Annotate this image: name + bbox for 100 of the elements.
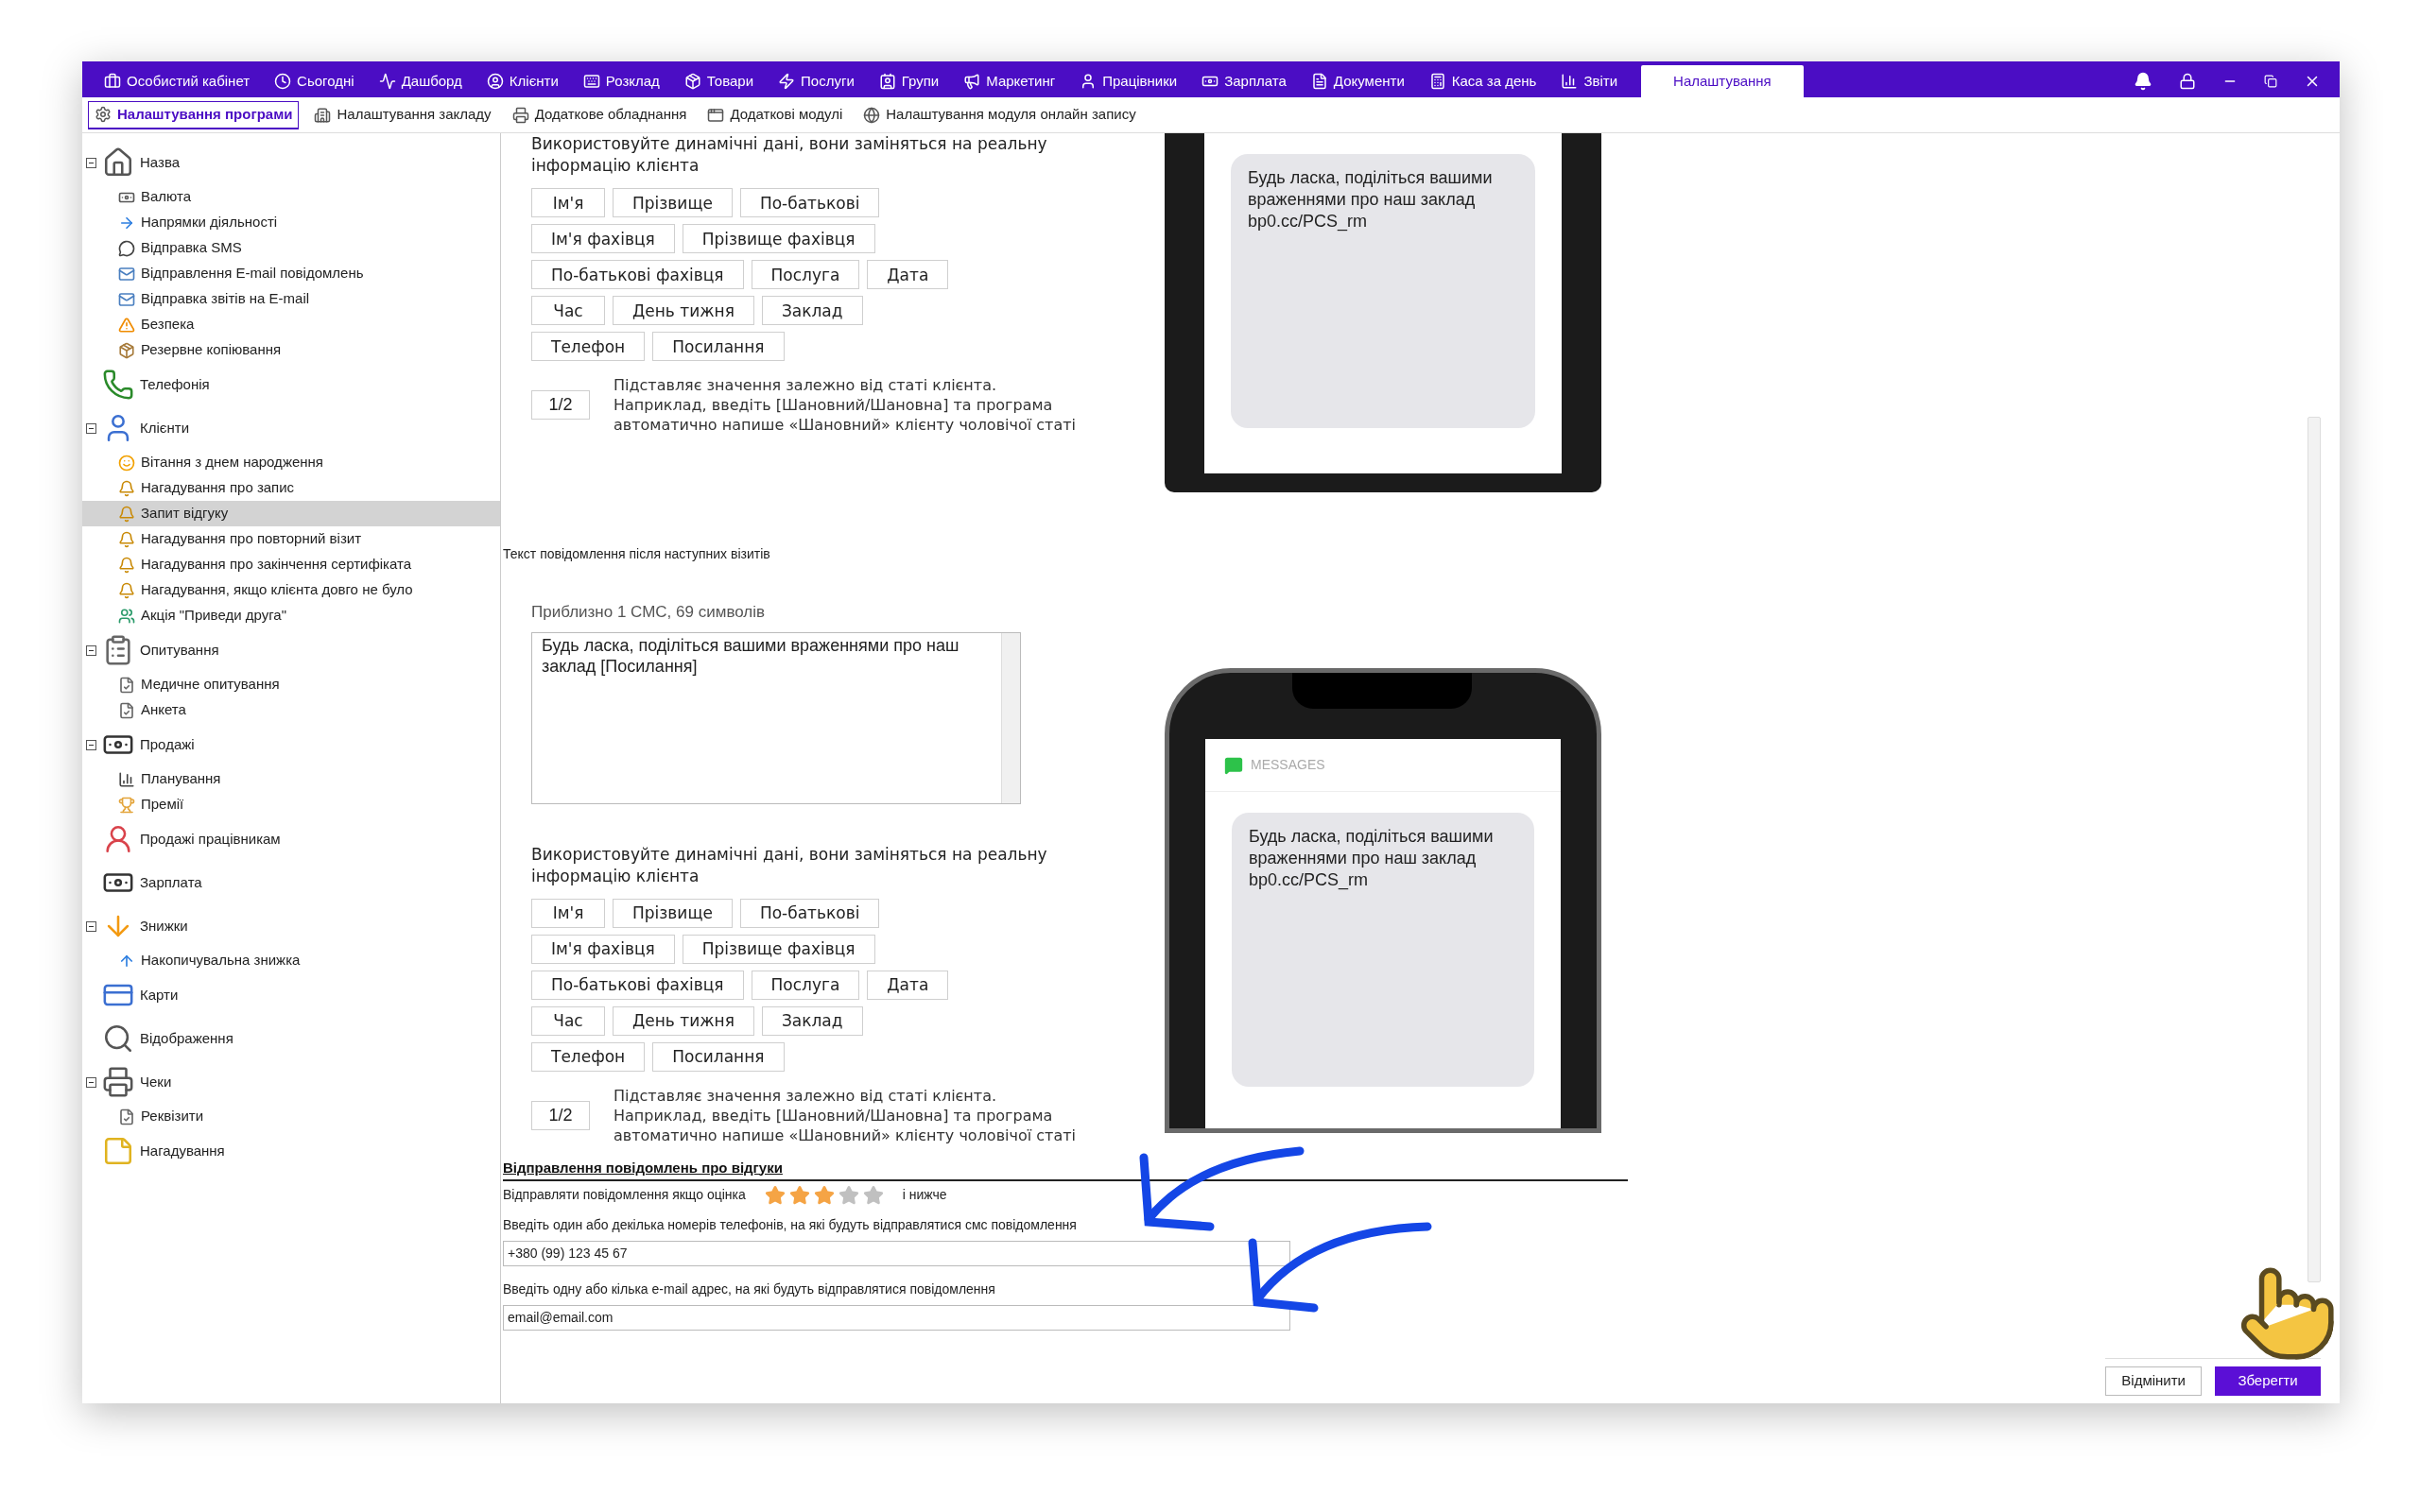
star-icon[interactable] (862, 1184, 884, 1206)
tree-item[interactable]: Продажі працівникам (82, 817, 500, 861)
tree-item[interactable]: Карти (82, 973, 500, 1017)
variable-button[interactable]: Дата (867, 970, 949, 1000)
tree-item[interactable]: Валюта (82, 184, 500, 210)
phone-input-field[interactable]: +380 (99) 123 45 67 (503, 1240, 1290, 1266)
tree-item[interactable]: Чеки (82, 1060, 500, 1104)
nav-tab[interactable]: Товари (671, 65, 767, 97)
variable-button[interactable]: По-батькові (739, 898, 880, 928)
variable-button[interactable]: Ім'я (531, 188, 605, 217)
collapse-toggle[interactable] (86, 157, 96, 168)
variable-button[interactable]: Ім'я фахівця (531, 934, 675, 964)
tree-item[interactable]: Напрямки діяльності (82, 210, 500, 235)
tree-item[interactable]: Премії (82, 792, 500, 817)
tree-item[interactable]: Анкета (82, 697, 500, 723)
nav-tab[interactable]: Звіти (1548, 65, 1631, 97)
tree-item[interactable]: Запит відгуку (82, 501, 500, 526)
message-textarea[interactable]: Будь ласка, поділіться вашими враженнями про наш заклад [Посилання] (531, 631, 1021, 804)
nav-tab[interactable]: Клієнти (474, 65, 571, 97)
tree-item[interactable]: Планування (82, 766, 500, 792)
collapse-toggle[interactable] (86, 1076, 96, 1088)
variable-button[interactable]: Прізвище фахівця (682, 934, 875, 964)
variable-button[interactable]: День тижня (613, 296, 754, 325)
tree-item[interactable]: Нагадування про повторний візит (82, 526, 500, 552)
tree-item[interactable]: Телефонія (82, 363, 500, 406)
tree-item[interactable]: Медичне опитування (82, 672, 500, 697)
star-icon[interactable] (813, 1184, 835, 1206)
tree-item[interactable]: Зарплата (82, 861, 500, 904)
nav-tab[interactable]: Особистий кабінет (92, 65, 263, 97)
gender-button[interactable]: 1/2 (531, 390, 590, 420)
star-rating[interactable] (764, 1184, 884, 1206)
variable-button[interactable]: Послуга (751, 970, 860, 1000)
tree-item[interactable]: Клієнти (82, 406, 500, 450)
gender-button[interactable]: 1/2 (531, 1100, 590, 1130)
tree-item[interactable]: Опитування (82, 628, 500, 672)
tree-item[interactable]: Нагадування про запис (82, 475, 500, 501)
variable-button[interactable]: Послуга (751, 260, 860, 289)
restore-icon[interactable] (2264, 75, 2277, 88)
email-input-field[interactable]: email@email.com (503, 1304, 1290, 1331)
tree-item[interactable]: Відправка SMS (82, 235, 500, 261)
variable-button[interactable]: День тижня (613, 1005, 754, 1036)
nav-tab[interactable]: Налаштування (1641, 65, 1804, 97)
tree-item[interactable]: Відправка звітів на E-mail (82, 286, 500, 312)
variable-button[interactable]: Ім'я (531, 898, 605, 928)
variable-button[interactable]: Телефон (531, 1041, 646, 1072)
nav-tab[interactable]: Маркетинг (951, 65, 1068, 97)
settings-tab[interactable]: Налаштування модуля онлайн запису (857, 100, 1142, 129)
collapse-toggle[interactable] (86, 644, 96, 656)
collapse-toggle[interactable] (86, 739, 96, 750)
nav-tab[interactable]: Групи (866, 65, 952, 97)
variable-button[interactable]: Посилання (652, 1041, 785, 1072)
star-icon[interactable] (764, 1184, 786, 1206)
settings-tab[interactable]: Налаштування програми (88, 100, 300, 129)
tree-item[interactable]: Резервне копіювання (82, 337, 500, 363)
tree-item[interactable]: Накопичувальна знижка (82, 948, 500, 973)
nav-tab[interactable]: Каса за день (1416, 65, 1549, 97)
star-icon[interactable] (838, 1184, 859, 1206)
lock-icon[interactable] (2179, 73, 2196, 90)
tree-item[interactable]: Вітання з днем народження (82, 450, 500, 475)
tree-item[interactable]: Безпека (82, 312, 500, 337)
tree-item[interactable]: Знижки (82, 904, 500, 948)
nav-tab[interactable]: Сьогодні (262, 65, 367, 97)
variable-button[interactable]: Заклад (761, 1005, 863, 1036)
variable-button[interactable]: Час (531, 296, 605, 325)
tree-item[interactable]: Відображення (82, 1017, 500, 1060)
variable-button[interactable]: Час (531, 1005, 605, 1036)
nav-tab[interactable]: Дашборд (366, 65, 475, 97)
cancel-button[interactable]: Відмінити (2105, 1366, 2202, 1396)
tree-item[interactable]: Назва (82, 141, 500, 184)
tree-item[interactable]: Реквізити (82, 1104, 500, 1129)
variable-button[interactable]: По-батькові фахівця (531, 260, 744, 289)
vertical-scrollbar[interactable] (2308, 417, 2321, 1282)
nav-tab[interactable]: Послуги (766, 65, 867, 97)
variable-button[interactable]: По-батькові (739, 188, 880, 217)
settings-tab[interactable]: Додаткове обладнання (506, 100, 693, 129)
tree-item[interactable]: Нагадування про закінчення сертифіката (82, 552, 500, 577)
tree-item[interactable]: Нагадування, якщо клієнта довго не було (82, 577, 500, 603)
tree-item[interactable]: Акція "Приведи друга" (82, 603, 500, 628)
notification-bell-icon[interactable] (2134, 72, 2152, 91)
nav-tab[interactable]: Розклад (570, 65, 672, 97)
nav-tab[interactable]: Працівники (1067, 65, 1190, 97)
settings-tab[interactable]: Налаштування закладу (308, 100, 497, 129)
scrollbar[interactable] (1001, 632, 1020, 803)
tree-item[interactable]: Відправлення E-mail повідомлень (82, 261, 500, 286)
variable-button[interactable]: По-батькові фахівця (531, 970, 744, 1000)
collapse-toggle[interactable] (86, 920, 96, 932)
variable-button[interactable]: Телефон (531, 332, 646, 361)
settings-tab[interactable]: Додаткові модулі (701, 100, 849, 129)
variable-button[interactable]: Посилання (652, 332, 785, 361)
tree-item[interactable]: Нагадування (82, 1129, 500, 1173)
save-button[interactable]: Зберегти (2215, 1366, 2321, 1396)
nav-tab[interactable]: Документи (1298, 65, 1417, 97)
nav-tab[interactable]: Зарплата (1189, 65, 1299, 97)
variable-button[interactable]: Заклад (761, 296, 863, 325)
variable-button[interactable]: Прізвище (613, 188, 733, 217)
variable-button[interactable]: Прізвище (613, 898, 733, 928)
variable-button[interactable]: Дата (867, 260, 949, 289)
variable-button[interactable]: Прізвище фахівця (682, 224, 875, 253)
collapse-toggle[interactable] (86, 422, 96, 434)
tree-item[interactable]: Продажі (82, 723, 500, 766)
